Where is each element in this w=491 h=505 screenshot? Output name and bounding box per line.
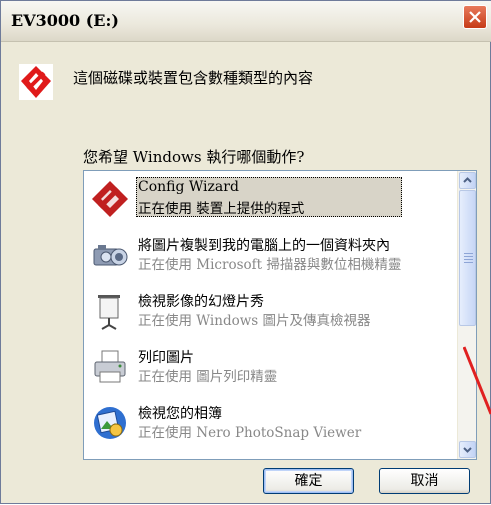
printer-icon [94, 350, 126, 383]
annotation-arrow-line [463, 346, 491, 415]
chevron-up-icon [463, 177, 472, 183]
list-item-print-pictures[interactable]: 列印圖片 正在使用 圖片列印精靈 [86, 341, 454, 393]
photo-album-icon [94, 407, 126, 439]
title-bar[interactable]: EV3000 (E:) [1, 1, 491, 42]
list-item-slideshow[interactable]: 檢視影像的幻燈片秀 正在使用 Windows 圖片及傳真檢視器 [86, 285, 454, 337]
close-button[interactable] [463, 5, 487, 29]
camera-icon [93, 245, 128, 266]
device-logo-icon [19, 64, 53, 100]
action-subtitle: 正在使用 Nero PhotoSnap Viewer [138, 425, 362, 441]
action-title: Config Wizard [138, 179, 239, 195]
content-description: 這個磁碟或裝置包含數種類型的內容 [73, 69, 314, 87]
projector-screen-icon [98, 295, 120, 330]
scroll-down-button[interactable] [459, 441, 476, 458]
window-title: EV3000 (E:) [11, 11, 119, 30]
action-subtitle: 正在使用 Windows 圖片及傳真檢視器 [138, 313, 371, 329]
list-item-copy-pictures[interactable]: 將圖片複製到我的電腦上的一個資料夾內 正在使用 Microsoft 掃描器與數位… [86, 229, 454, 281]
scroll-up-button[interactable] [459, 172, 476, 189]
action-subtitle: 正在使用 裝置上提供的程式 [138, 201, 305, 217]
action-title: 列印圖片 [138, 350, 194, 366]
action-title: 檢視影像的幻燈片秀 [138, 294, 264, 310]
action-question: 您希望 Windows 執行哪個動作? [83, 148, 305, 166]
autoplay-dialog: EV3000 (E:) 這個磁碟或裝置包含數種類型的內容 您希望 Windows… [0, 0, 491, 504]
action-subtitle: 正在使用 圖片列印精靈 [138, 369, 278, 385]
list-item-view-album[interactable]: 檢視您的相簿 正在使用 Nero PhotoSnap Viewer [86, 397, 454, 449]
chevron-down-icon [463, 447, 472, 453]
config-wizard-icon [92, 181, 128, 217]
list-item-config-wizard[interactable]: Config Wizard 正在使用 裝置上提供的程式 [86, 173, 454, 225]
action-subtitle: 正在使用 Microsoft 掃描器與數位相機精靈 [138, 257, 402, 273]
scroll-thumb[interactable] [459, 190, 476, 326]
action-list[interactable]: Config Wizard 正在使用 裝置上提供的程式 將圖片複製到我的電腦上的… [83, 170, 477, 460]
action-title: 檢視您的相簿 [138, 406, 222, 422]
cancel-button[interactable]: 取消 [379, 468, 470, 494]
close-icon [469, 11, 481, 23]
action-title: 將圖片複製到我的電腦上的一個資料夾內 [138, 238, 390, 254]
ok-button[interactable]: 確定 [263, 468, 354, 494]
